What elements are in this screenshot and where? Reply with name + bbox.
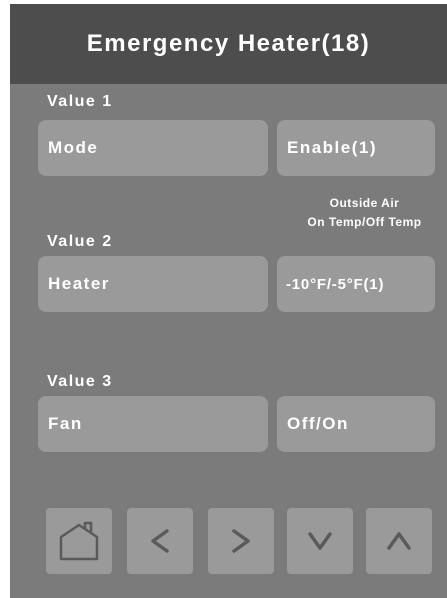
value-1-label: Value 1 <box>47 93 113 110</box>
chevron-down-icon <box>308 532 332 550</box>
fan-button[interactable]: Fan <box>38 396 268 452</box>
prev-button[interactable] <box>127 508 193 574</box>
fan-label: Fan <box>48 414 83 433</box>
mode-value-button[interactable]: Enable(1) <box>277 120 435 176</box>
down-button[interactable] <box>287 508 353 574</box>
chevron-left-icon <box>151 529 169 553</box>
value-3-label: Value 3 <box>47 373 113 390</box>
page-title: Emergency Heater(18) <box>86 30 371 57</box>
mode-value: Enable(1) <box>287 138 378 157</box>
title-bar: Emergency Heater(18) <box>10 4 447 84</box>
note-line-1: Outside Air <box>329 196 400 210</box>
up-button[interactable] <box>366 508 432 574</box>
mode-label: Mode <box>48 138 99 157</box>
value-2-label: Value 2 <box>47 233 113 250</box>
fan-value: Off/On <box>287 414 349 433</box>
heater-label: Heater <box>48 274 110 293</box>
mode-button[interactable]: Mode <box>38 120 268 176</box>
settings-panel: Emergency Heater(18) Value 1 Mode Enable… <box>10 4 447 598</box>
heater-button[interactable]: Heater <box>38 256 268 312</box>
next-button[interactable] <box>208 508 274 574</box>
heater-value-button[interactable]: -10°F/-5°F(1) <box>277 256 435 312</box>
outside-air-note: Outside Air On Temp/Off Temp <box>277 194 447 232</box>
home-button[interactable] <box>46 508 112 574</box>
chevron-right-icon <box>232 529 250 553</box>
note-line-2: On Temp/Off Temp <box>307 215 422 229</box>
chevron-up-icon <box>387 532 411 550</box>
fan-value-button[interactable]: Off/On <box>277 396 435 452</box>
heater-value: -10°F/-5°F(1) <box>286 275 385 293</box>
home-icon <box>59 521 99 561</box>
